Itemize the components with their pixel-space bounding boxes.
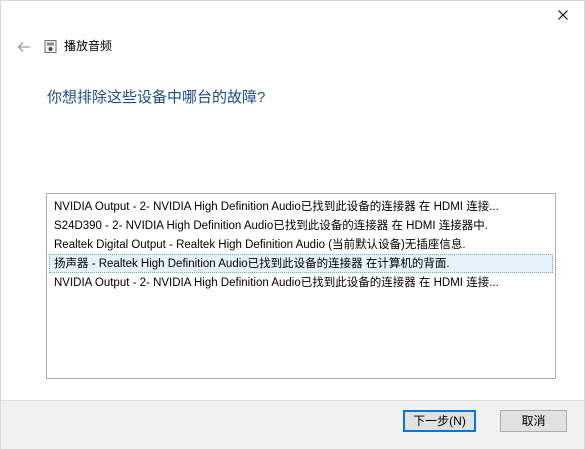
device-list[interactable]: NVIDIA Output - 2- NVIDIA High Definitio… [46,193,556,379]
list-item[interactable]: S24D390 - 2- NVIDIA High Definition Audi… [49,216,553,235]
list-item[interactable]: Realtek Digital Output - Realtek High De… [49,235,553,254]
cancel-button[interactable]: 取消 [500,410,567,432]
list-item[interactable]: NVIDIA Output - 2- NVIDIA High Definitio… [49,273,553,292]
close-button[interactable] [549,4,577,26]
list-item[interactable]: NVIDIA Output - 2- NVIDIA High Definitio… [49,197,553,216]
list-item-selected[interactable]: 扬声器 - Realtek High Definition Audio已找到此设… [49,254,553,273]
back-arrow-icon [17,42,30,52]
back-button[interactable] [14,38,34,56]
page-title: 播放音频 [64,39,113,53]
footer-bar [1,400,584,449]
speaker-icon [44,40,57,53]
troubleshoot-question: 你想排除这些设备中哪台的故障? [47,89,266,106]
close-icon [558,10,568,20]
next-button[interactable]: 下一步(N) [403,410,476,432]
